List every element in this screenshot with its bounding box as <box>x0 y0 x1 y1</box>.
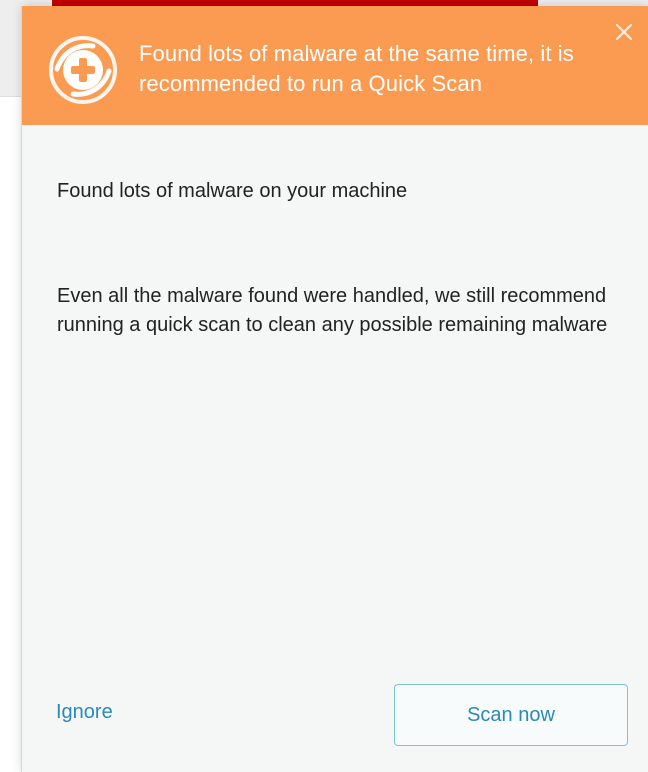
malware-notification-dialog: Found lots of malware at the same time, … <box>22 6 648 772</box>
close-icon[interactable] <box>614 22 634 42</box>
message-body: Even all the malware found were handled,… <box>57 285 608 336</box>
shield-plus-icon <box>49 36 117 104</box>
screen: Found lots of malware at the same time, … <box>0 0 648 772</box>
ignore-link[interactable]: Ignore <box>56 699 113 725</box>
message-heading: Found lots of malware on your machine <box>57 180 408 202</box>
dialog-body: Found lots of malware on your machine Ev… <box>22 125 648 772</box>
dialog-header: Found lots of malware at the same time, … <box>22 6 648 125</box>
scan-now-button[interactable]: Scan now <box>394 684 628 746</box>
notification-title: Found lots of malware at the same time, … <box>139 41 574 96</box>
